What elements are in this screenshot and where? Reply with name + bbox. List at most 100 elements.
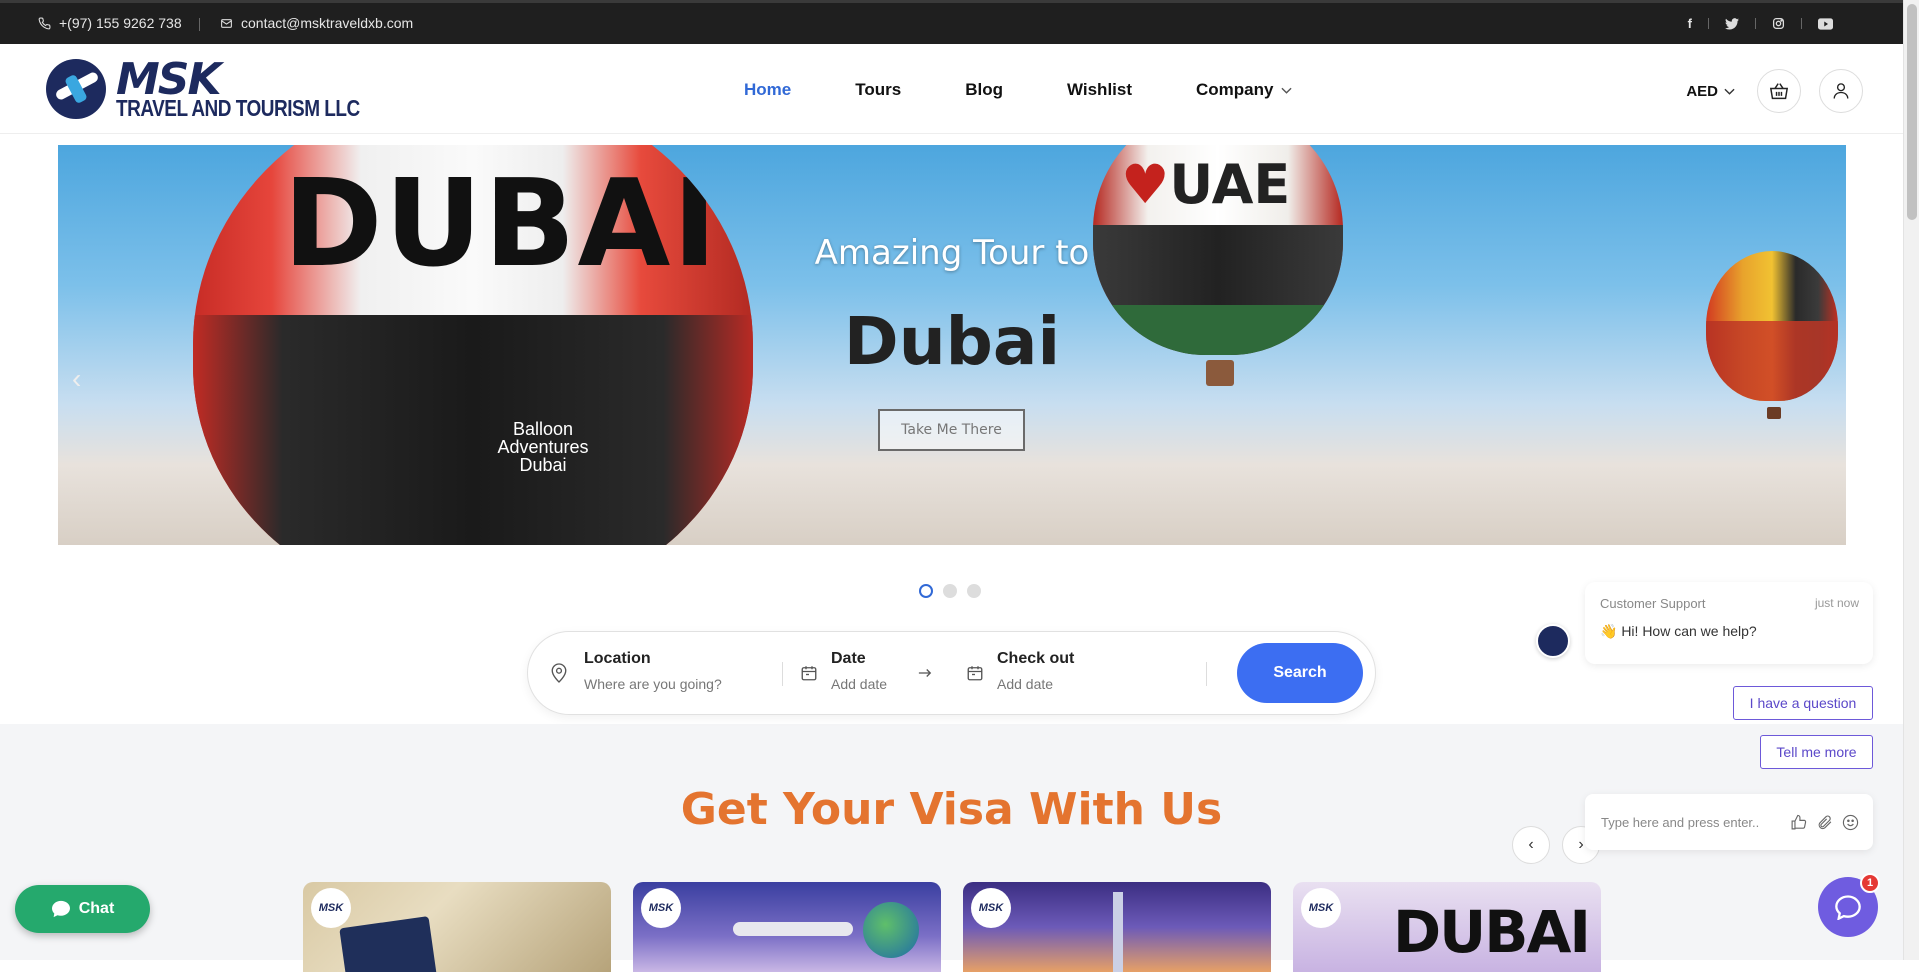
facebook-icon[interactable]: f	[1688, 16, 1692, 31]
unread-badge: 1	[1860, 873, 1880, 893]
location-input[interactable]: Where are you going?	[584, 676, 722, 692]
social-links: f	[1688, 16, 1833, 31]
hero-title: Dubai	[843, 303, 1061, 380]
hero-subtitle: Amazing Tour to	[814, 233, 1090, 273]
top-contact-bar: +(97) 155 9262 738 contact@msktraveldxb.…	[0, 0, 1903, 44]
chat-button[interactable]: Chat	[15, 885, 150, 933]
take-me-there-button[interactable]: Take Me There	[878, 409, 1025, 451]
nav-wishlist[interactable]: Wishlist	[1067, 80, 1132, 100]
divider	[1801, 18, 1802, 29]
calendar-icon	[967, 666, 983, 681]
visa-card[interactable]: MSK	[963, 882, 1271, 972]
logo-tagline: TRAVEL AND TOURISM LLC	[116, 96, 360, 123]
phone-number: +(97) 155 9262 738	[59, 15, 182, 31]
location-pin-icon	[551, 663, 567, 683]
chat-message-input[interactable]: Type here and press enter..	[1585, 794, 1873, 850]
card-badge: MSK	[971, 888, 1011, 928]
header-actions: AED	[1686, 69, 1863, 113]
mail-icon	[221, 18, 232, 28]
date-field[interactable]: Date Add date	[831, 650, 887, 692]
arrow-right-icon	[918, 669, 932, 677]
logo-globe-icon	[46, 58, 106, 119]
basket-icon	[1769, 83, 1789, 100]
slider-dot-3[interactable]	[967, 584, 981, 598]
account-button[interactable]	[1819, 69, 1863, 113]
card-badge: MSK	[641, 888, 681, 928]
divider	[199, 18, 200, 31]
visa-card[interactable]: DUBAI MSK	[1293, 882, 1601, 972]
emoji-icon[interactable]	[1837, 814, 1863, 831]
logo-brand: MSK	[116, 54, 222, 105]
divider	[1206, 662, 1207, 686]
site-header: MSK TRAVEL AND TOURISM LLC Home Tours Bl…	[0, 44, 1903, 134]
quick-reply-question[interactable]: I have a question	[1733, 686, 1873, 720]
page-scrollbar[interactable]	[1903, 0, 1919, 960]
card-text: DUBAI	[1393, 898, 1591, 966]
card-badge: MSK	[1301, 888, 1341, 928]
support-avatar	[1536, 624, 1570, 658]
visa-card[interactable]: MSK	[633, 882, 941, 972]
chevron-down-icon	[1281, 87, 1293, 94]
chat-bubble-icon	[1835, 895, 1861, 920]
quick-reply-tell-more[interactable]: Tell me more	[1760, 735, 1873, 769]
currency-selector[interactable]: AED	[1686, 83, 1735, 100]
card-badge: MSK	[311, 888, 351, 928]
slider-pagination	[919, 584, 981, 598]
twitter-icon[interactable]	[1725, 17, 1739, 30]
support-message-card: Customer Support just now 👋 Hi! How can …	[1585, 582, 1873, 664]
email-contact[interactable]: contact@msktraveldxb.com	[220, 15, 413, 31]
chat-button-label: Chat	[78, 900, 115, 917]
divider	[782, 662, 783, 686]
currency-label: AED	[1686, 82, 1718, 100]
user-icon	[1833, 83, 1849, 99]
checkout-field[interactable]: Check out Add date	[997, 650, 1074, 692]
tour-search-bar: Location Where are you going? Date Add d…	[527, 631, 1376, 715]
search-button[interactable]: Search	[1237, 643, 1363, 703]
chat-launcher-button[interactable]: 1	[1818, 873, 1880, 937]
divider	[1755, 18, 1756, 29]
agent-message: 👋 Hi! How can we help?	[1600, 623, 1757, 639]
airplane-image	[733, 922, 853, 936]
location-field[interactable]: Location Where are you going?	[584, 650, 722, 692]
nav-tours[interactable]: Tours	[855, 80, 901, 100]
nav-blog[interactable]: Blog	[965, 80, 1003, 100]
nav-home[interactable]: Home	[744, 80, 791, 100]
balloon-text: DUBAI	[283, 155, 720, 294]
location-label: Location	[584, 650, 651, 667]
slider-dot-1[interactable]	[919, 584, 933, 598]
youtube-icon[interactable]	[1818, 17, 1833, 30]
checkout-label: Check out	[997, 650, 1075, 667]
instagram-icon[interactable]	[1772, 17, 1785, 30]
checkout-input[interactable]: Add date	[997, 676, 1074, 692]
email-address: contact@msktraveldxb.com	[241, 15, 414, 31]
date-input[interactable]: Add date	[831, 676, 887, 692]
date-label: Date	[831, 650, 866, 667]
paperclip-icon[interactable]	[1811, 814, 1837, 831]
globe-image	[863, 902, 919, 958]
nav-company-label: Company	[1196, 80, 1274, 99]
slider-dot-2[interactable]	[943, 584, 957, 598]
main-nav: Home Tours Blog Wishlist Company	[744, 80, 1356, 100]
chevron-down-icon	[1724, 88, 1735, 95]
phone-contact[interactable]: +(97) 155 9262 738	[38, 15, 182, 31]
skyline-image	[1113, 892, 1123, 972]
slider-prev-icon[interactable]: ‹	[72, 363, 81, 395]
calendar-icon	[801, 666, 817, 681]
phone-icon	[38, 17, 51, 29]
balloon-basket	[1767, 407, 1781, 419]
site-logo[interactable]: MSK TRAVEL AND TOURISM LLC	[46, 54, 360, 123]
balloon-brand: Balloon Adventures Dubai	[497, 419, 589, 475]
scrollbar-thumb[interactable]	[1907, 4, 1917, 220]
chat-bubble-icon	[51, 900, 70, 918]
thumbs-up-icon[interactable]	[1785, 814, 1811, 831]
hero-slider: DUBAI Balloon Adventures Dubai ♥UAE Amaz…	[58, 145, 1846, 545]
visa-card[interactable]: MSK	[303, 882, 611, 972]
nav-company[interactable]: Company	[1196, 80, 1293, 100]
message-time: just now	[1814, 596, 1859, 610]
passport-image	[339, 916, 437, 972]
cart-button[interactable]	[1757, 69, 1801, 113]
divider	[1708, 18, 1709, 29]
carousel-prev-button[interactable]: ‹	[1512, 826, 1550, 864]
chat-input-placeholder: Type here and press enter..	[1601, 814, 1760, 830]
balloon-text-uae: UAE	[1169, 153, 1291, 216]
